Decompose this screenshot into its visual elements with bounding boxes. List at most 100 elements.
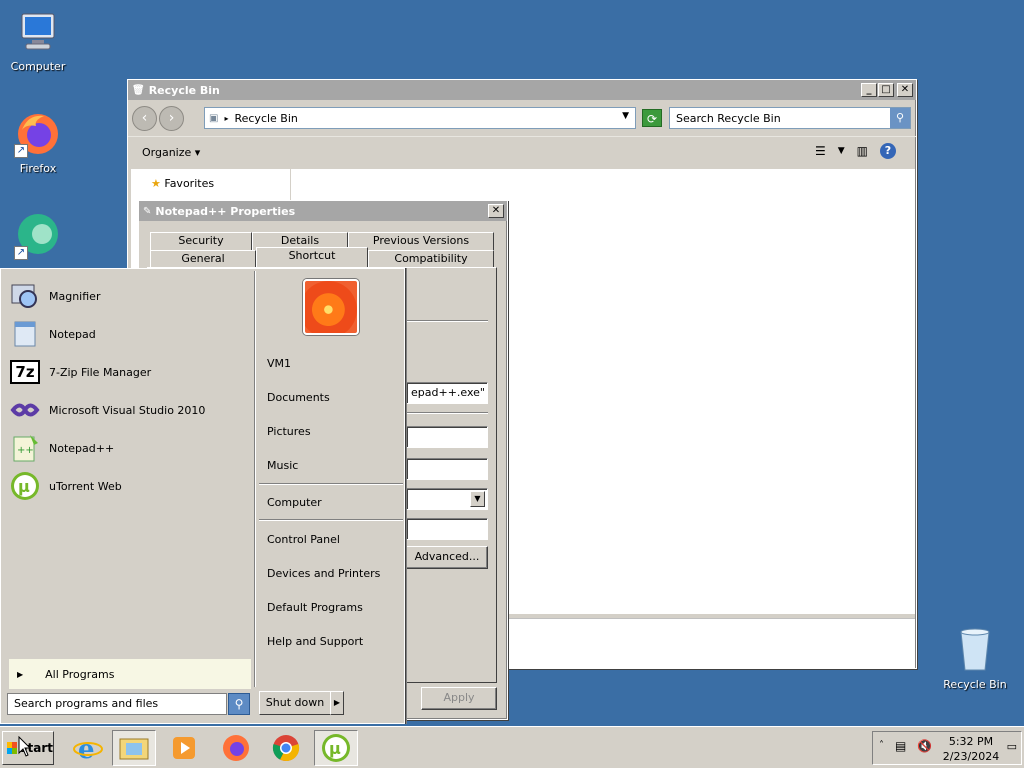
magnifier-icon <box>9 280 41 312</box>
chrome-icon <box>272 735 300 762</box>
organize-button[interactable]: Organize ▾ <box>142 146 200 159</box>
7zip-icon: 7z <box>9 356 41 388</box>
help-icon[interactable]: ? <box>880 143 896 159</box>
tab-previous-versions[interactable]: Previous Versions <box>348 232 494 250</box>
program-label: Microsoft Visual Studio 2010 <box>49 403 206 417</box>
volume-muted-icon[interactable]: 🔇 <box>917 739 932 753</box>
shutdown-options-arrow-icon[interactable]: ▶ <box>330 691 344 715</box>
address-bar-row: ‹ › ▣ ▸ Recycle Bin ▼ ⟳ Search Recycle B… <box>128 100 916 136</box>
search-icon[interactable]: ⚲ <box>228 693 250 715</box>
search-placeholder: Search Recycle Bin <box>676 112 781 125</box>
start-item-pictures[interactable]: Pictures <box>267 425 311 438</box>
tab-compatibility[interactable]: Compatibility <box>368 250 494 268</box>
all-programs-label: All Programs <box>45 667 115 681</box>
window-titlebar[interactable]: 🗑 Recycle Bin _ □ ✕ <box>128 80 916 100</box>
taskbar-chrome[interactable] <box>264 730 308 766</box>
start-in-field[interactable] <box>406 426 488 448</box>
advanced-button[interactable]: Advanced... <box>406 546 488 569</box>
separator <box>406 320 488 322</box>
view-options-icon[interactable]: ☰ <box>815 144 826 158</box>
program-label: uTorrent Web <box>49 479 122 493</box>
start-search-placeholder: Search programs and files <box>14 697 159 710</box>
program-magnifier[interactable]: Magnifier <box>9 279 249 313</box>
taskbar-internet-explorer[interactable]: e <box>66 730 110 766</box>
program-7zip[interactable]: 7z 7-Zip File Manager <box>9 355 249 389</box>
search-input[interactable]: Search Recycle Bin ⚲ <box>669 107 911 129</box>
taskbar-media-player[interactable] <box>162 730 206 766</box>
clock-date: 2/23/2024 <box>942 750 1000 763</box>
user-picture[interactable] <box>303 279 359 335</box>
start-item-default-programs[interactable]: Default Programs <box>267 601 363 614</box>
desktop-icon-label: Recycle Bin <box>943 678 1007 691</box>
desktop-icon-firefox[interactable]: ↗ Firefox <box>0 110 76 175</box>
desktop-icon-label: Firefox <box>19 162 57 175</box>
start-menu-divider <box>254 271 256 687</box>
start-item-help-support[interactable]: Help and Support <box>267 635 363 648</box>
dialog-close-button[interactable]: ✕ <box>488 204 504 218</box>
close-button[interactable]: ✕ <box>897 83 913 97</box>
start-item-documents[interactable]: Documents <box>267 391 330 404</box>
svg-text:µ: µ <box>329 739 341 758</box>
desktop-icon-app[interactable]: ↗ <box>0 212 76 264</box>
separator <box>259 483 403 485</box>
shortcut-key-field[interactable] <box>406 458 488 480</box>
network-icon[interactable]: ▤ <box>895 739 906 753</box>
program-label: Notepad <box>49 327 96 341</box>
start-item-music[interactable]: Music <box>267 459 298 472</box>
start-search-input[interactable]: Search programs and files <box>7 693 227 715</box>
clock-time: 5:32 PM <box>948 735 994 748</box>
address-box[interactable]: ▣ ▸ Recycle Bin ▼ <box>204 107 636 129</box>
mouse-cursor-icon <box>18 736 32 757</box>
maximize-button[interactable]: □ <box>878 83 894 97</box>
desktop-icon-recycle-bin[interactable]: Recycle Bin <box>940 626 1010 691</box>
start-item-control-panel[interactable]: Control Panel <box>267 533 340 546</box>
favorites-item[interactable]: ★ Favorites <box>131 169 290 190</box>
view-dropdown-icon[interactable]: ▼ <box>838 146 845 156</box>
start-item-devices-printers[interactable]: Devices and Printers <box>267 567 380 580</box>
forward-button[interactable]: › <box>159 105 184 131</box>
taskbar-file-explorer[interactable] <box>112 730 156 766</box>
utorrent-icon: µ <box>322 734 350 762</box>
show-desktop-icon[interactable]: ▭ <box>1007 740 1017 753</box>
show-hidden-icons-icon[interactable]: ˄ <box>879 740 884 751</box>
program-notepadpp[interactable]: ++ Notepad++ <box>9 431 249 465</box>
target-field[interactable]: epad++.exe" <box>406 382 488 404</box>
taskbar-firefox[interactable] <box>214 730 258 766</box>
refresh-button[interactable]: ⟳ <box>642 109 662 127</box>
windows-logo-icon <box>7 742 17 754</box>
minimize-button[interactable]: _ <box>861 83 877 97</box>
clock[interactable]: 5:32 PM 2/23/2024 <box>941 734 1001 764</box>
program-label: 7-Zip File Manager <box>49 365 152 379</box>
shutdown-button[interactable]: Shut down <box>259 691 331 715</box>
star-icon: ★ <box>151 177 161 190</box>
apply-button[interactable]: Apply <box>421 687 497 710</box>
tab-general[interactable]: General <box>150 250 256 268</box>
preview-pane-icon[interactable]: ▥ <box>857 144 868 158</box>
firefox-icon <box>223 735 249 761</box>
media-player-icon <box>173 737 195 759</box>
address-dropdown-icon[interactable]: ▼ <box>622 111 629 121</box>
all-programs-button[interactable]: ▶ All Programs <box>9 659 251 689</box>
window-title: Recycle Bin <box>148 83 220 97</box>
start-item-computer[interactable]: Computer <box>267 496 322 509</box>
program-visual-studio[interactable]: Microsoft Visual Studio 2010 <box>9 393 249 427</box>
run-select[interactable]: ▼ <box>406 488 488 510</box>
search-icon[interactable]: ⚲ <box>890 108 910 128</box>
chevron-down-icon[interactable]: ▼ <box>470 491 485 507</box>
program-utorrent[interactable]: µ uTorrent Web <box>9 469 249 503</box>
start-item-user[interactable]: VM1 <box>267 357 291 370</box>
dialog-titlebar[interactable]: ✎ Notepad++ Properties ✕ <box>139 201 507 221</box>
recycle-bin-small-icon: ▣ <box>209 112 219 124</box>
program-notepad[interactable]: Notepad <box>9 317 249 351</box>
separator <box>406 412 488 414</box>
shortcut-arrow-icon: ↗ <box>14 246 28 260</box>
tab-security[interactable]: Security <box>150 232 252 250</box>
tab-shortcut[interactable]: Shortcut <box>256 247 368 267</box>
back-button[interactable]: ‹ <box>132 105 157 131</box>
shortcut-arrow-icon: ↗ <box>14 144 28 158</box>
taskbar-utorrent[interactable]: µ <box>314 730 358 766</box>
comment-field[interactable] <box>406 518 488 540</box>
program-label: Magnifier <box>49 289 101 303</box>
file-explorer-icon <box>119 738 149 760</box>
desktop-icon-computer[interactable]: Computer <box>0 8 76 73</box>
